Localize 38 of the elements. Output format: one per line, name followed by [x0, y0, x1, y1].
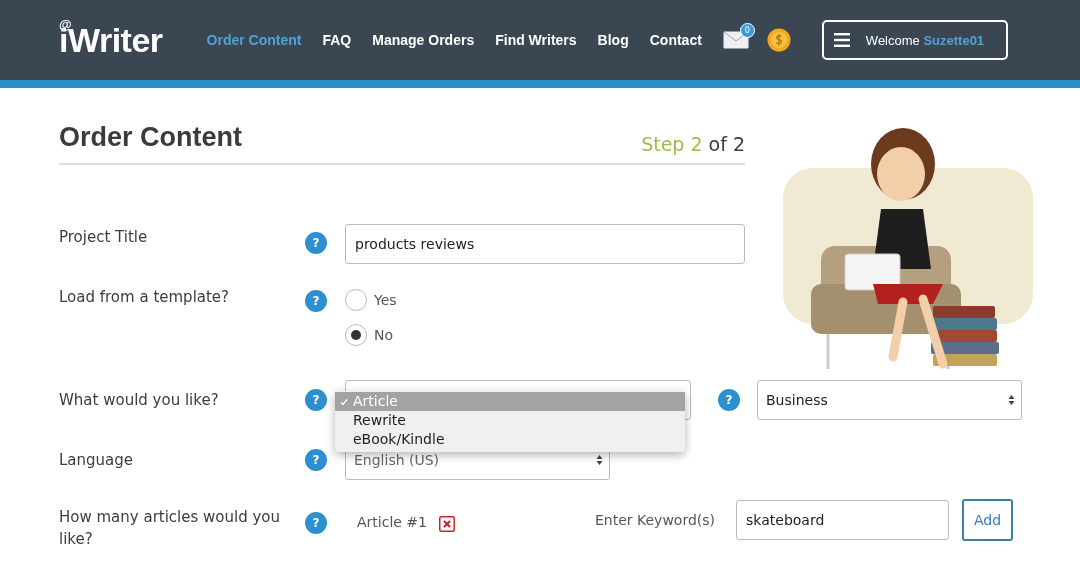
- field-label: Load from a template?: [59, 288, 231, 306]
- field-label: How many articles would you like?: [59, 507, 282, 550]
- field-label: Project Title: [59, 227, 149, 246]
- coin-icon[interactable]: [766, 28, 791, 52]
- keyword-field[interactable]: skateboard: [736, 500, 950, 540]
- remove-icon[interactable]: [439, 516, 455, 532]
- help-icon[interactable]: ?: [718, 389, 740, 411]
- dropdown-option[interactable]: Rewrite: [335, 411, 685, 430]
- menu-icon: [833, 33, 850, 47]
- field-label: Language: [59, 451, 135, 469]
- radio-label: Yes: [374, 292, 397, 308]
- field-label: What would you like?: [59, 391, 220, 409]
- nav-link[interactable]: Blog: [597, 32, 629, 48]
- nav-link[interactable]: FAQ: [322, 32, 352, 48]
- radio-button[interactable]: [345, 324, 367, 346]
- radio-button[interactable]: [345, 289, 367, 311]
- project-title-field[interactable]: products reviews: [345, 224, 745, 264]
- help-icon[interactable]: ?: [305, 449, 327, 471]
- envelope-icon[interactable]: [722, 31, 749, 49]
- nav-link[interactable]: Find Writers: [495, 32, 577, 48]
- select-arrows-icon: [596, 454, 603, 466]
- nav-link[interactable]: Manage Orders: [372, 32, 475, 48]
- checkmark-icon: [340, 398, 348, 406]
- help-icon[interactable]: ?: [305, 232, 327, 254]
- category-select[interactable]: Business: [757, 380, 1022, 420]
- page-title: Order Content: [59, 122, 242, 153]
- nav-link[interactable]: Contact: [649, 32, 702, 48]
- help-icon[interactable]: ?: [305, 389, 327, 411]
- article-label: Article #1: [357, 514, 427, 530]
- keyword-label: Enter Keyword(s): [595, 512, 716, 528]
- radio-label: No: [374, 327, 394, 343]
- help-icon[interactable]: ?: [305, 512, 327, 534]
- help-icon[interactable]: ?: [305, 290, 327, 312]
- account-menu-button[interactable]: Welcome Suzette01: [821, 20, 1008, 60]
- add-button[interactable]: Add: [962, 499, 1014, 541]
- step-indicator: Step 2 of 2: [641, 133, 745, 155]
- select-arrows-icon: [1008, 394, 1015, 406]
- welcome-text: Welcome Suzette01: [865, 32, 985, 48]
